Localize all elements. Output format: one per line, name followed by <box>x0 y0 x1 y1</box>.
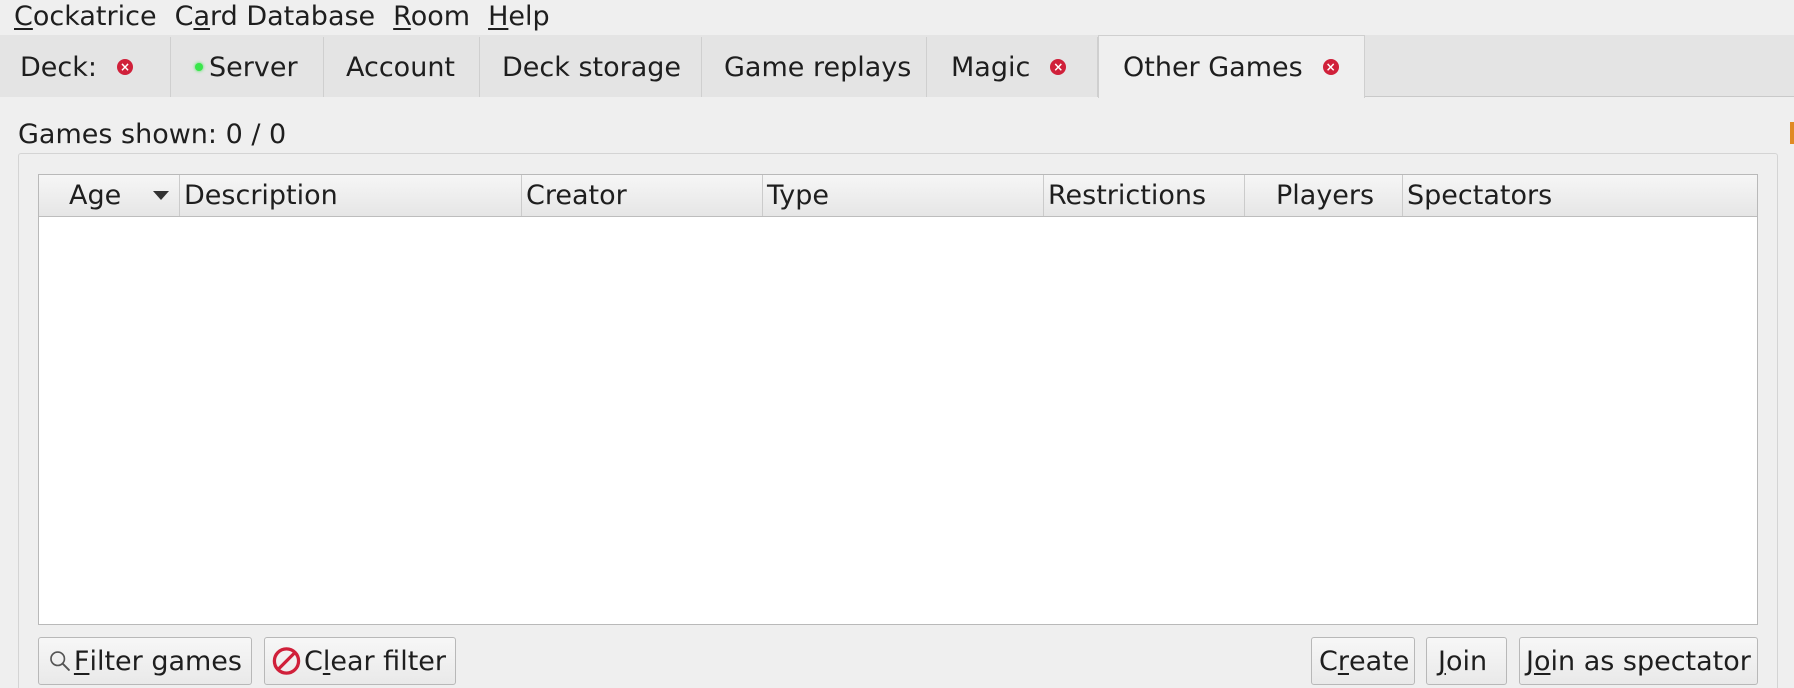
magnifier-icon <box>50 651 70 671</box>
tab-label: Game replays <box>724 51 912 83</box>
menu-help[interactable]: Help <box>480 0 560 34</box>
join-as-spectator-button[interactable]: Jo in as spectator <box>1519 637 1758 685</box>
column-header-restrictions[interactable]: Restrictions <box>1044 175 1245 216</box>
tab-magic[interactable]: Magic × <box>927 37 1098 97</box>
sort-descending-icon <box>153 191 169 200</box>
column-header-type[interactable]: Type <box>763 175 1044 216</box>
tab-game-replays[interactable]: Game replays <box>702 37 927 97</box>
panel-edge-marker <box>1790 122 1794 144</box>
close-icon[interactable]: × <box>1322 59 1339 75</box>
games-table[interactable]: Age Description Creator Type Restriction… <box>38 174 1758 625</box>
menu-card-database[interactable]: Card Database <box>167 0 386 34</box>
menu-room[interactable]: Room <box>385 0 480 34</box>
table-header: Age Description Creator Type Restriction… <box>39 175 1757 217</box>
close-icon[interactable]: × <box>116 59 133 75</box>
column-header-creator[interactable]: Creator <box>522 175 763 216</box>
column-header-description[interactable]: Description <box>180 175 522 216</box>
create-button[interactable]: Cr eate <box>1311 637 1415 685</box>
close-icon[interactable]: × <box>1050 59 1067 75</box>
tab-deck[interactable]: Deck: × <box>0 37 171 97</box>
tab-other-games[interactable]: Other Games × <box>1098 35 1365 98</box>
menubar: Cockatrice Card Database Room Help <box>0 0 1794 34</box>
tab-deck-storage[interactable]: Deck storage <box>480 37 702 97</box>
tab-label: Server <box>209 51 298 83</box>
column-header-spectators[interactable]: Spectators <box>1403 175 1757 216</box>
filter-games-button[interactable]: Filter games <box>38 637 252 685</box>
tab-server[interactable]: Server <box>171 37 324 97</box>
tab-account[interactable]: Account <box>324 37 480 97</box>
column-header-age[interactable]: Age <box>39 175 180 216</box>
connection-status-icon <box>195 63 203 71</box>
no-entry-icon <box>272 647 301 675</box>
tab-label: Deck: <box>20 51 97 83</box>
games-shown-label: Games shown: 0 / 0 <box>18 119 287 150</box>
column-header-players[interactable]: Players <box>1245 175 1403 216</box>
tab-label: Other Games <box>1123 51 1303 83</box>
tab-bar: Deck: × Server Account Deck storage Game… <box>0 35 1794 98</box>
tab-label: Account <box>346 51 456 83</box>
clear-filter-button[interactable]: Cl ear filter <box>264 637 456 685</box>
tab-label: Deck storage <box>502 51 682 83</box>
join-button[interactable]: Join <box>1426 637 1507 685</box>
menu-cockatrice[interactable]: Cockatrice <box>0 0 167 34</box>
tab-label: Magic <box>951 51 1031 83</box>
